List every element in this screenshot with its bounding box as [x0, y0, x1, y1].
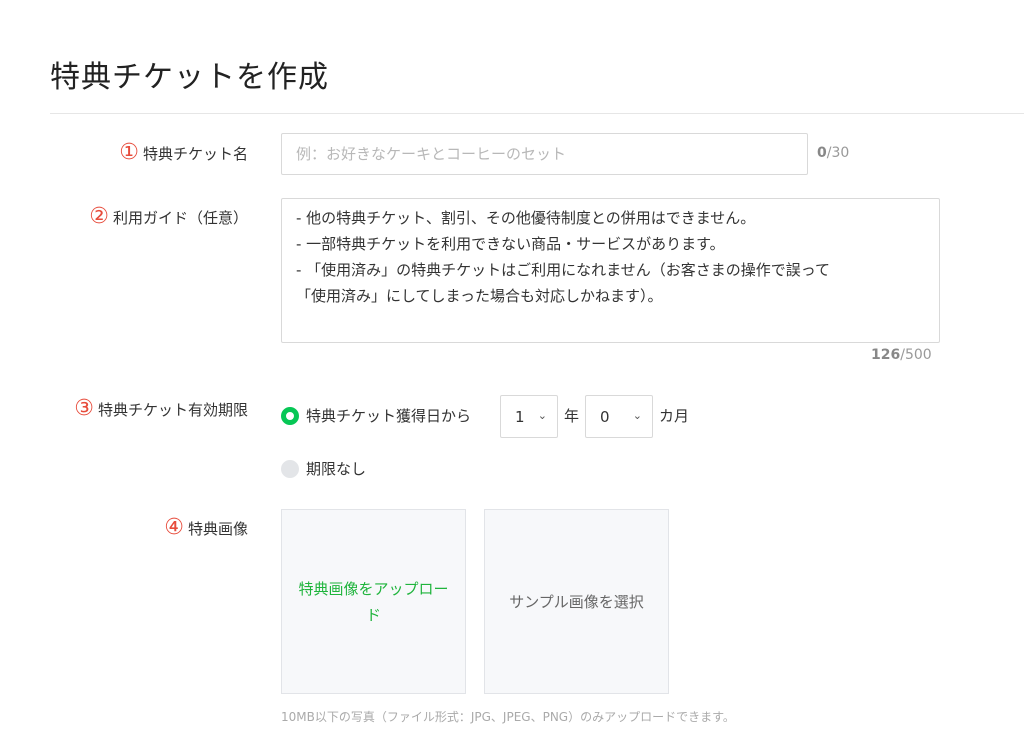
ticket-name-counter: 0/30 — [817, 145, 849, 161]
years-unit: 年 — [564, 407, 580, 425]
chevron-down-icon: ⌄ — [632, 409, 642, 422]
ticket-name-label-text: 特典チケット名 — [142, 144, 248, 163]
usage-guide-line: 「使用済み」にしてしまった場合も対応しかねます）。 — [296, 287, 663, 305]
validity-from-date-text: 特典チケット獲得日から — [306, 407, 472, 425]
validity-label: ③ 特典チケット有効期限 — [74, 396, 248, 422]
radio-unselected-icon[interactable] — [281, 459, 299, 478]
number-4-badge: ④ — [164, 515, 184, 540]
select-sample-image-text: サンプル画像を選択 — [509, 592, 644, 611]
usage-guide-line: - 他の特典チケット、割引、その他優待制度との併用はできません。 — [296, 209, 756, 227]
number-1-badge: ① — [119, 140, 139, 165]
validity-no-limit-option[interactable]: 期限なし — [281, 458, 366, 479]
usage-guide-label: ② 利用ガイド（任意） — [89, 204, 248, 230]
image-label: ④ 特典画像 — [164, 515, 248, 541]
usage-guide-max: /500 — [900, 347, 932, 363]
validity-label-text: 特典チケット有効期限 — [97, 400, 248, 419]
ticket-name-max: /30 — [826, 145, 850, 161]
validity-from-date-option[interactable]: 特典チケット獲得日から — [281, 405, 471, 426]
months-value: 0 — [600, 407, 610, 426]
usage-guide-label-text: 利用ガイド（任意） — [112, 208, 248, 227]
usage-guide-counter: 126/500 — [871, 347, 932, 363]
ticket-name-input[interactable] — [281, 133, 808, 175]
validity-no-limit-text: 期限なし — [306, 460, 367, 478]
years-value: 1 — [515, 407, 525, 426]
image-label-text: 特典画像 — [187, 519, 248, 538]
select-sample-image-button[interactable]: サンプル画像を選択 — [484, 509, 669, 694]
usage-guide-textarea[interactable]: - 他の特典チケット、割引、その他優待制度との併用はできません。 - 一部特典チ… — [281, 198, 940, 343]
number-3-badge: ③ — [74, 396, 94, 421]
ticket-name-label: ① 特典チケット名 — [119, 140, 248, 166]
upload-image-button[interactable]: 特典画像をアップロード — [281, 509, 466, 694]
title-divider — [50, 113, 1024, 114]
months-select[interactable]: 0 ⌄ — [585, 395, 653, 438]
usage-guide-line: - 「使用済み」の特典チケットはご利用になれません（お客さまの操作で誤って — [296, 261, 830, 279]
upload-image-text: 特典画像をアップロード — [298, 579, 449, 624]
radio-selected-icon[interactable] — [281, 406, 299, 425]
page-title: 特典チケットを作成 — [50, 60, 329, 95]
number-2-badge: ② — [89, 204, 109, 229]
months-unit: カ月 — [659, 407, 690, 425]
usage-guide-count: 126 — [871, 347, 901, 363]
chevron-down-icon: ⌄ — [537, 409, 547, 422]
ticket-name-count: 0 — [817, 145, 827, 161]
usage-guide-line: - 一部特典チケットを利用できない商品・サービスがあります。 — [296, 235, 725, 253]
image-upload-note: 10MB以下の写真（ファイル形式：JPG、JPEG、PNG）のみアップロードでき… — [281, 710, 735, 724]
years-select[interactable]: 1 ⌄ — [500, 395, 558, 438]
